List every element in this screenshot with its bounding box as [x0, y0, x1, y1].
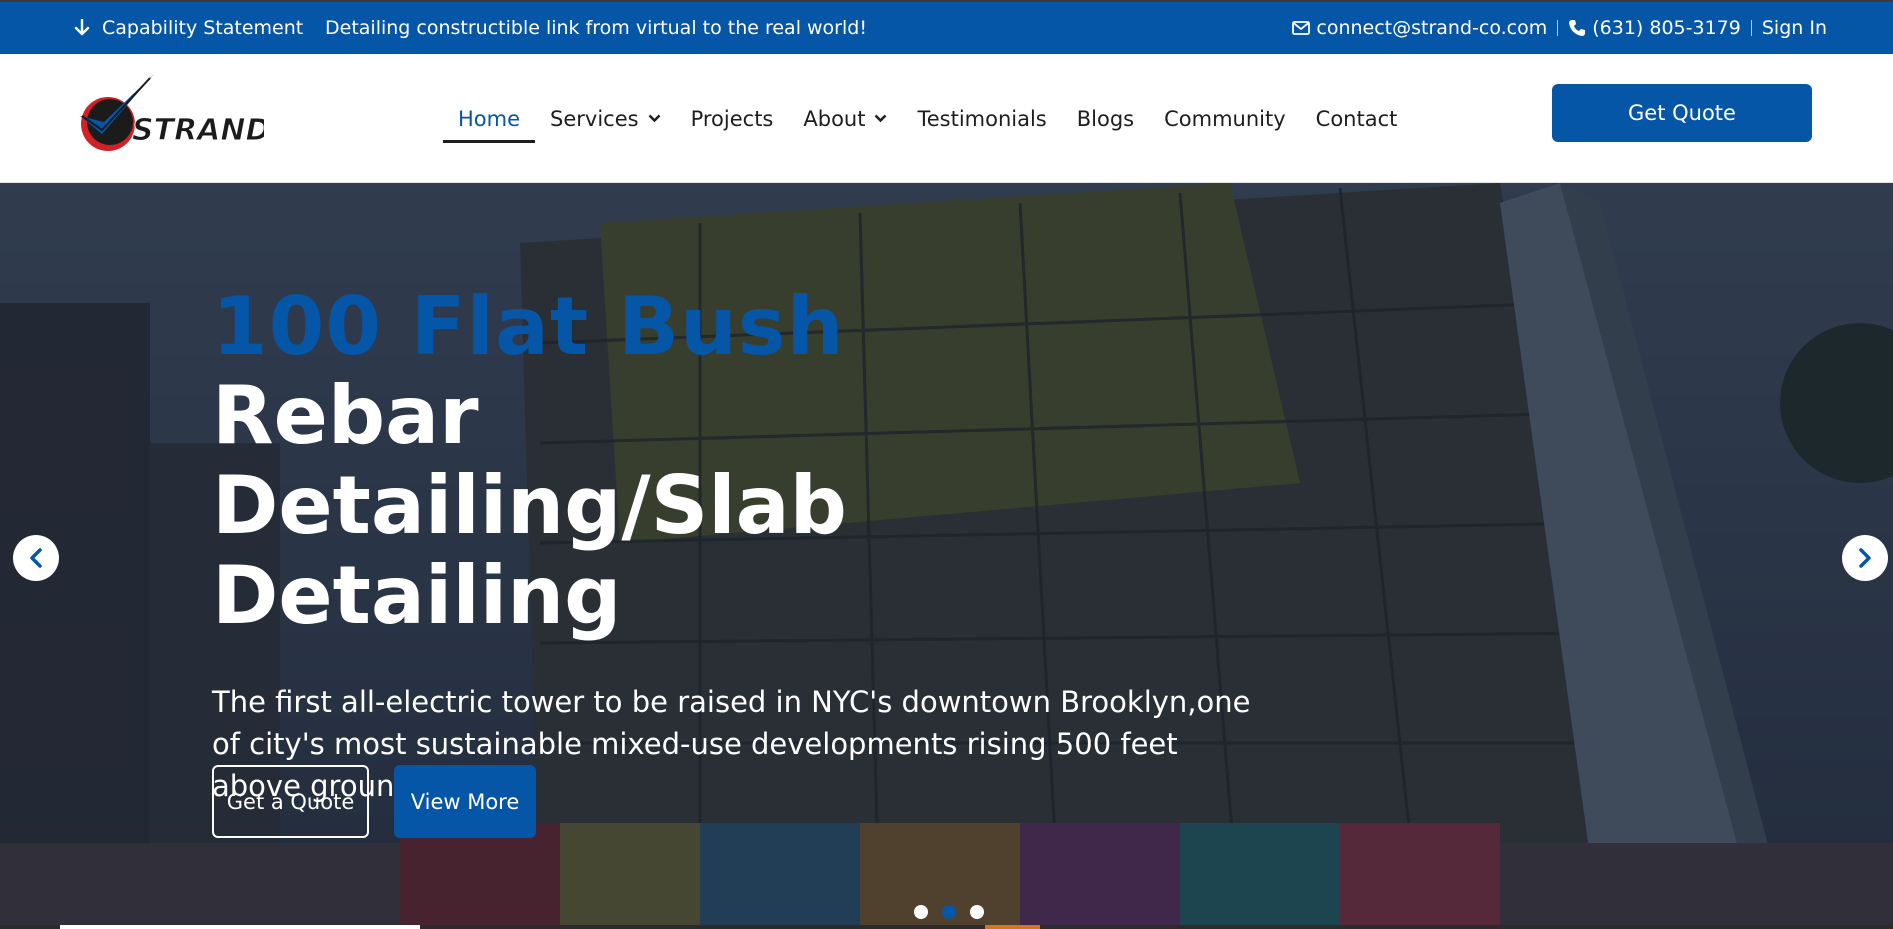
nav-contact-label: Contact — [1315, 106, 1398, 131]
hero-kicker: 100 Flat Bush — [212, 280, 845, 373]
tagline: Detailing constructible link from virtua… — [325, 17, 867, 39]
logo-wordmark: STRAND — [132, 113, 264, 148]
top-bar: Capability Statement Detailing construct… — [0, 0, 1893, 54]
slider-dot-active[interactable] — [942, 905, 956, 919]
slider-prev-button[interactable] — [13, 535, 59, 581]
section-edge-strip — [0, 925, 1893, 929]
envelope-icon — [1292, 21, 1311, 35]
get-a-quote-button[interactable]: Get a Quote — [212, 765, 369, 838]
email-link[interactable]: connect@strand-co.com — [1292, 17, 1547, 39]
main-nav: Home Services Projects About Testimonial… — [443, 54, 1412, 183]
nav-contact[interactable]: Contact — [1301, 54, 1413, 183]
strip-segment — [985, 925, 1040, 929]
hero-buttons: Get a Quote View More — [212, 765, 536, 838]
nav-testimonials-label: Testimonials — [917, 106, 1047, 131]
hero-content: 100 Flat Bush Rebar Detailing/Slab Detai… — [212, 283, 1312, 807]
slider-dots — [914, 905, 984, 919]
phone-link[interactable]: (631) 805-3179 — [1568, 17, 1741, 39]
capability-statement-label: Capability Statement — [102, 17, 304, 39]
chevron-down-icon — [648, 114, 660, 123]
nav-blogs[interactable]: Blogs — [1062, 54, 1149, 183]
main-header: STRAND Home Services Projects About Test… — [0, 54, 1893, 183]
chevron-right-icon — [1859, 548, 1871, 568]
nav-community-label: Community — [1164, 106, 1286, 131]
nav-testimonials[interactable]: Testimonials — [902, 54, 1061, 183]
nav-projects-label: Projects — [690, 106, 774, 131]
phone-text: (631) 805-3179 — [1592, 17, 1741, 39]
nav-home-label: Home — [458, 106, 521, 131]
phone-icon — [1569, 20, 1586, 36]
hero-slider: 100 Flat Bush Rebar Detailing/Slab Detai… — [0, 183, 1893, 929]
download-arrow-icon — [74, 19, 90, 36]
nav-services-label: Services — [550, 106, 639, 131]
slider-dot[interactable] — [970, 905, 984, 919]
strip-segment — [60, 925, 420, 929]
chevron-left-icon — [30, 548, 42, 568]
hero-title: Rebar Detailing/Slab Detailing — [212, 369, 847, 642]
nav-about[interactable]: About — [788, 54, 902, 183]
slider-next-button[interactable] — [1842, 535, 1888, 581]
sign-in-link[interactable]: Sign In — [1762, 17, 1827, 39]
chevron-down-icon — [875, 114, 887, 123]
strand-logo-mark: STRAND — [80, 74, 271, 151]
view-more-button[interactable]: View More — [394, 765, 536, 838]
nav-services[interactable]: Services — [535, 54, 676, 183]
nav-home[interactable]: Home — [443, 54, 536, 183]
nav-blogs-label: Blogs — [1076, 106, 1135, 131]
nav-projects[interactable]: Projects — [676, 54, 789, 183]
email-text: connect@strand-co.com — [1316, 17, 1548, 39]
capability-statement-link[interactable]: Capability Statement — [74, 2, 303, 54]
divider — [1557, 20, 1559, 36]
slider-dot[interactable] — [914, 905, 928, 919]
strand-logo[interactable]: STRAND — [74, 72, 271, 164]
nav-about-label: About — [803, 106, 866, 131]
get-quote-button[interactable]: Get Quote — [1552, 84, 1812, 142]
divider — [1750, 20, 1752, 36]
contact-links: connect@strand-co.com (631) 805-3179 Sig… — [1292, 2, 1827, 54]
nav-community[interactable]: Community — [1149, 54, 1301, 183]
